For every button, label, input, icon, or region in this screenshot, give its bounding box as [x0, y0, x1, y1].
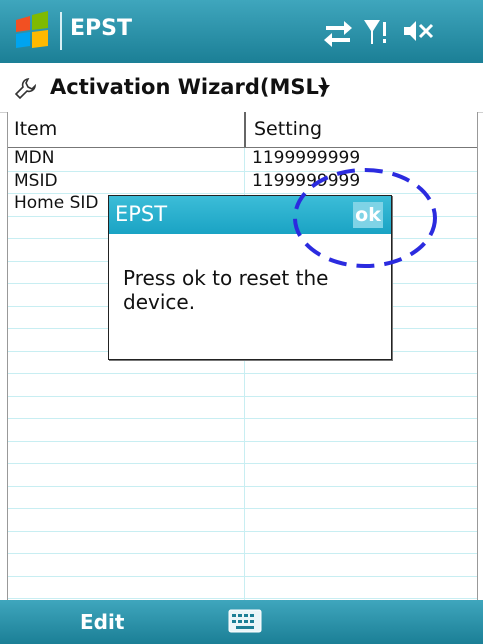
- cell-item: MDN: [14, 148, 55, 168]
- table-header: Item Setting: [8, 112, 477, 148]
- cell-item: MSID: [14, 170, 58, 191]
- empty-row[interactable]: [8, 486, 477, 509]
- column-divider[interactable]: [244, 112, 246, 147]
- empty-row[interactable]: [8, 553, 477, 577]
- annotation-ellipse: [293, 168, 437, 268]
- chevron-down-icon[interactable]: [318, 85, 330, 92]
- dialog-message: Press ok to reset the device.: [123, 266, 329, 314]
- softkey-bar: Edit: [0, 600, 483, 644]
- empty-row[interactable]: [8, 531, 477, 554]
- title-bar: EPST: [0, 0, 483, 63]
- empty-row[interactable]: [8, 396, 477, 419]
- keyboard-icon[interactable]: [228, 608, 262, 634]
- app-title: EPST: [70, 16, 133, 41]
- empty-row[interactable]: [8, 441, 477, 464]
- connectivity-icon[interactable]: [320, 14, 356, 48]
- column-header-item[interactable]: Item: [14, 112, 57, 147]
- dialog-title: EPST: [115, 202, 168, 226]
- empty-row[interactable]: [8, 418, 477, 442]
- signal-icon[interactable]: [360, 14, 396, 48]
- column-header-setting[interactable]: Setting: [254, 112, 322, 147]
- edit-softkey[interactable]: Edit: [80, 610, 124, 634]
- empty-row[interactable]: [8, 373, 477, 397]
- windows-logo-icon[interactable]: [12, 10, 54, 52]
- cell-item: Home SID: [14, 193, 99, 213]
- wizard-header[interactable]: Activation Wizard(MSL): [0, 63, 483, 113]
- title-separator: [60, 12, 62, 50]
- wrench-icon: [14, 78, 37, 100]
- empty-row[interactable]: [8, 463, 477, 487]
- empty-row[interactable]: [8, 576, 477, 599]
- empty-row[interactable]: [8, 508, 477, 532]
- page-title: Activation Wizard(MSL): [50, 75, 329, 99]
- volume-mute-icon[interactable]: [400, 14, 436, 48]
